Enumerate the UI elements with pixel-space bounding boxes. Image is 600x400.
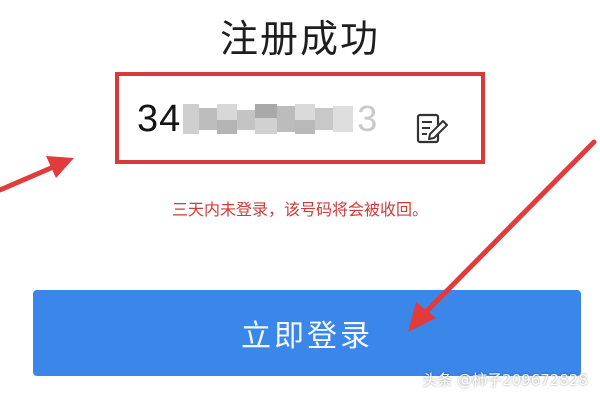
account-number-blurred-digits	[181, 94, 354, 144]
page-title: 注册成功	[219, 17, 380, 61]
login-now-button[interactable]: 立即登录	[33, 290, 581, 376]
account-number-tail-digit: 3	[357, 98, 378, 139]
reclaim-warning-text: 三天内未登录，该号码将会被收回。	[171, 200, 428, 219]
account-number-highlight-frame: 34 3	[115, 72, 485, 164]
registration-success-screen: 注册成功 34 3 三天内未登录，该号码将会被收回。 立即登录 头条 @柿子20…	[0, 0, 600, 400]
edit-note-icon[interactable]	[415, 112, 449, 146]
account-number: 34 3	[137, 94, 377, 144]
source-watermark: 头条 @柿子209672828	[422, 371, 588, 389]
left-arrow	[0, 156, 74, 193]
account-number-visible-digits: 34	[137, 97, 182, 140]
pixelated-mask	[183, 104, 354, 134]
